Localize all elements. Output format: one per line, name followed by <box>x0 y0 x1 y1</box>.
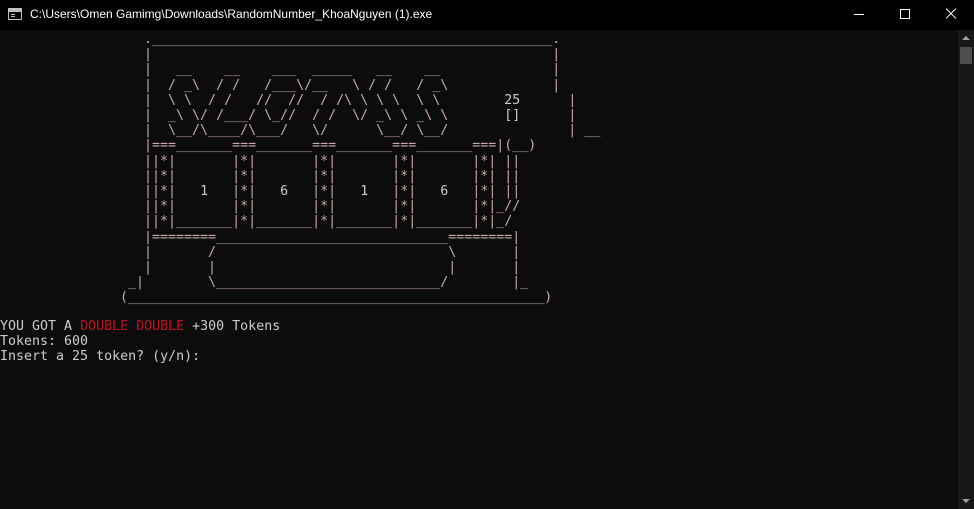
close-icon <box>945 8 957 20</box>
title-bar[interactable]: C:\Users\Omen Gamimg\Downloads\RandomNum… <box>0 0 974 30</box>
insert-token-prompt: Insert a 25 token? (y/n): <box>0 349 201 365</box>
scroll-up-arrow-icon[interactable] <box>958 30 974 46</box>
scroll-thumb[interactable] <box>960 47 972 64</box>
reel-2-value: 6 <box>280 184 289 200</box>
cost-display: 25 <box>504 92 521 108</box>
console-output: YOU GOT A DOUBLE DOUBLE +300 Tokens Toke… <box>0 319 280 365</box>
maximize-icon <box>900 9 910 19</box>
console-app-icon <box>8 8 22 20</box>
window-title: C:\Users\Omen Gamimg\Downloads\RandomNum… <box>30 7 433 21</box>
close-button[interactable] <box>928 0 974 30</box>
slot-machine-art: ._______________________________________… <box>120 32 601 306</box>
vertical-scrollbar[interactable] <box>958 30 974 509</box>
scroll-down-arrow-icon[interactable] <box>958 493 974 509</box>
minimize-icon <box>854 14 864 15</box>
coin-slot: [] <box>504 108 521 124</box>
minimize-button[interactable] <box>836 0 882 30</box>
reel-1-value: 1 <box>200 184 209 200</box>
maximize-button[interactable] <box>882 0 928 30</box>
result-suffix: +300 Tokens <box>184 319 281 334</box>
result-prefix: YOU GOT A <box>0 319 81 334</box>
tokens-line: Tokens: 600 <box>0 334 89 350</box>
result-highlight: DOUBLE DOUBLE <box>80 319 185 334</box>
